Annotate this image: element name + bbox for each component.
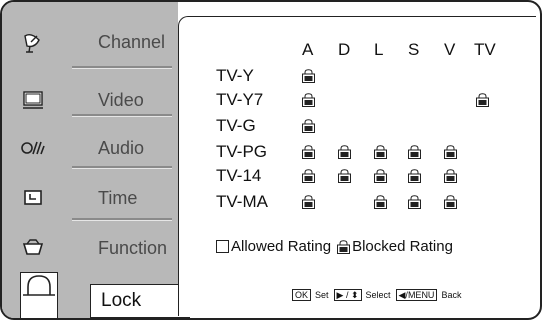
select-hint: Select <box>365 290 391 300</box>
rating-row-label[interactable]: TV-14 <box>216 166 261 186</box>
satellite-dish-icon <box>20 29 46 55</box>
blocked-lock-icon[interactable] <box>444 145 457 159</box>
sidebar-divider <box>72 114 172 117</box>
blocked-lock-icon[interactable] <box>408 195 421 209</box>
nav-key: ▶ / ⬍ <box>333 289 362 301</box>
blocked-lock-icon[interactable] <box>302 69 315 83</box>
legend-allowed-label: Allowed Rating <box>231 238 332 255</box>
rating-legend: Allowed Rating Blocked Rating <box>216 238 453 255</box>
column-header-tv: TV <box>474 40 496 59</box>
sidebar-divider <box>72 66 172 69</box>
blocked-lock-icon[interactable] <box>444 169 457 183</box>
blocked-lock-icon[interactable] <box>302 169 315 183</box>
blocked-lock-icon[interactable] <box>338 145 351 159</box>
rating-row-label[interactable]: TV-G <box>216 116 256 136</box>
column-header-v: V <box>444 40 456 59</box>
rating-row-label[interactable]: TV-Y7 <box>216 90 263 110</box>
set-hint: Set <box>315 290 329 300</box>
sidebar-item-label: Video <box>98 89 144 110</box>
blocked-lock-icon[interactable] <box>408 169 421 183</box>
audio-wave-icon <box>20 135 46 161</box>
monitor-icon <box>20 87 46 113</box>
rating-row-label[interactable]: TV-PG <box>216 142 267 162</box>
blocked-lock-icon[interactable] <box>302 145 315 159</box>
blocked-lock-icon[interactable] <box>444 195 457 209</box>
key-hint-bar: OK Set ▶ / ⬍ Select ◀/MENU Back <box>292 289 466 301</box>
screen-frame: Channel Video Audio Time Function Lock A… <box>0 0 542 320</box>
blocked-lock-icon[interactable] <box>374 195 387 209</box>
column-header-l: L <box>374 40 384 59</box>
legend-blocked-label: Blocked Rating <box>352 238 453 255</box>
blocked-lock-icon[interactable] <box>302 119 315 133</box>
sidebar-item-label: Channel <box>98 31 166 52</box>
sidebar-item-label: Function <box>98 237 168 258</box>
blocked-lock-icon[interactable] <box>374 169 387 183</box>
menu-key: ◀/MENU <box>395 289 438 301</box>
blocked-lock-icon[interactable] <box>302 195 315 209</box>
sidebar-item-channel[interactable]: Channel <box>2 20 178 64</box>
function-tray-icon <box>20 235 46 261</box>
blocked-lock-icon[interactable] <box>374 145 387 159</box>
column-header-s: S <box>408 40 420 59</box>
sidebar-item-label: Time <box>98 187 138 208</box>
blocked-lock-icon[interactable] <box>338 169 351 183</box>
clock-box-icon <box>20 185 46 211</box>
blocked-lock-icon[interactable] <box>302 93 315 107</box>
sidebar-item-function[interactable]: Function <box>2 226 178 270</box>
back-hint: Back <box>441 290 462 300</box>
blocked-lock-icon <box>337 239 351 254</box>
column-header-d: D <box>338 40 351 59</box>
sidebar-divider <box>72 218 172 221</box>
column-header-a: A <box>302 40 314 59</box>
rating-row-label[interactable]: TV-Y <box>216 66 254 86</box>
blocked-lock-icon[interactable] <box>476 93 489 107</box>
sidebar-item-audio[interactable]: Audio <box>2 126 178 170</box>
sidebar-item-lock-label: Lock <box>90 284 190 318</box>
rating-row-label[interactable]: TV-MA <box>216 192 268 212</box>
sidebar-item-time[interactable]: Time <box>2 176 178 220</box>
blocked-lock-icon[interactable] <box>408 145 421 159</box>
sidebar-item-label: Audio <box>98 137 145 158</box>
padlock-icon <box>20 272 58 318</box>
allowed-square-icon <box>216 240 229 253</box>
ok-key: OK <box>292 289 312 301</box>
sidebar-divider <box>72 166 172 169</box>
